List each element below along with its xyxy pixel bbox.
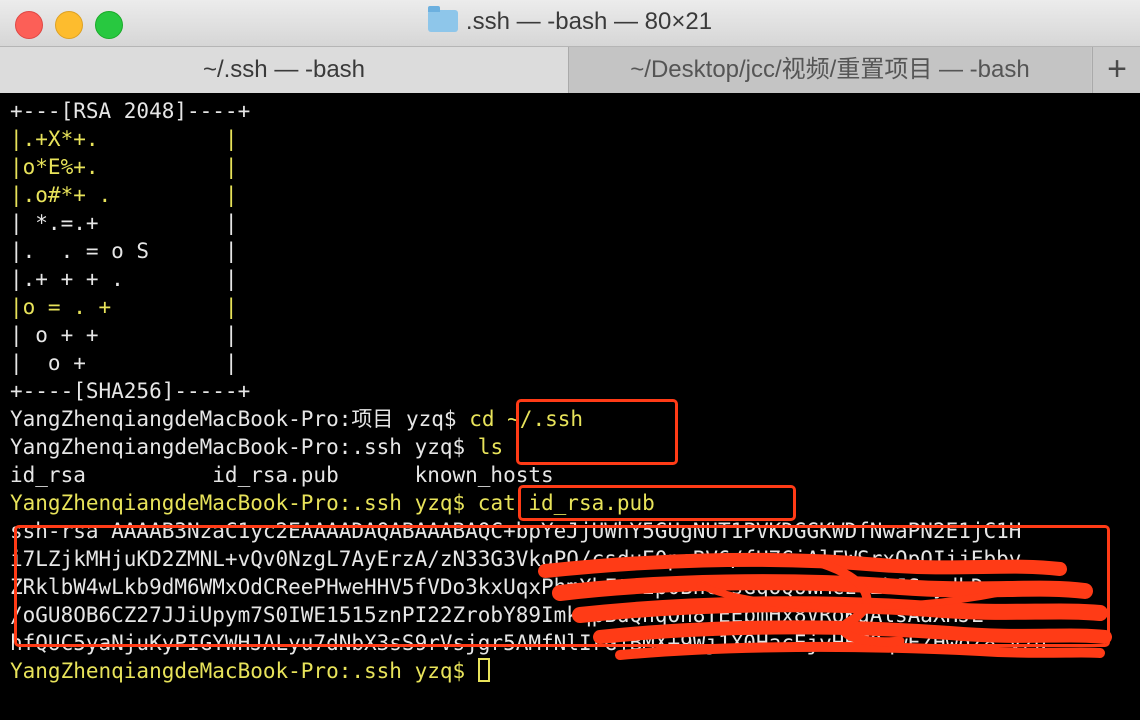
plus-icon[interactable]: + — [1092, 47, 1140, 93]
terminal-output[interactable]: +---[RSA 2048]----+ |.+X*+. | |o*E%+. | … — [0, 93, 1140, 720]
window-title-text: .ssh — -bash — 80×21 — [465, 8, 713, 35]
tab-ssh[interactable]: ~/.ssh — -bash — [0, 47, 568, 93]
window-title: .ssh — -bash — 80×21 — [0, 6, 1140, 36]
title-bar[interactable]: .ssh — -bash — 80×21 — [0, 0, 1140, 46]
terminal-window: .ssh — -bash — 80×21 ~/.ssh — -bash ~/De… — [0, 0, 1140, 720]
tab-bar: ~/.ssh — -bash ~/Desktop/jcc/视频/重置项目 — -… — [0, 46, 1140, 94]
folder-icon — [427, 6, 458, 32]
redaction-scribble — [538, 552, 1112, 660]
tab-project[interactable]: ~/Desktop/jcc/视频/重置项目 — -bash — [568, 47, 1091, 93]
